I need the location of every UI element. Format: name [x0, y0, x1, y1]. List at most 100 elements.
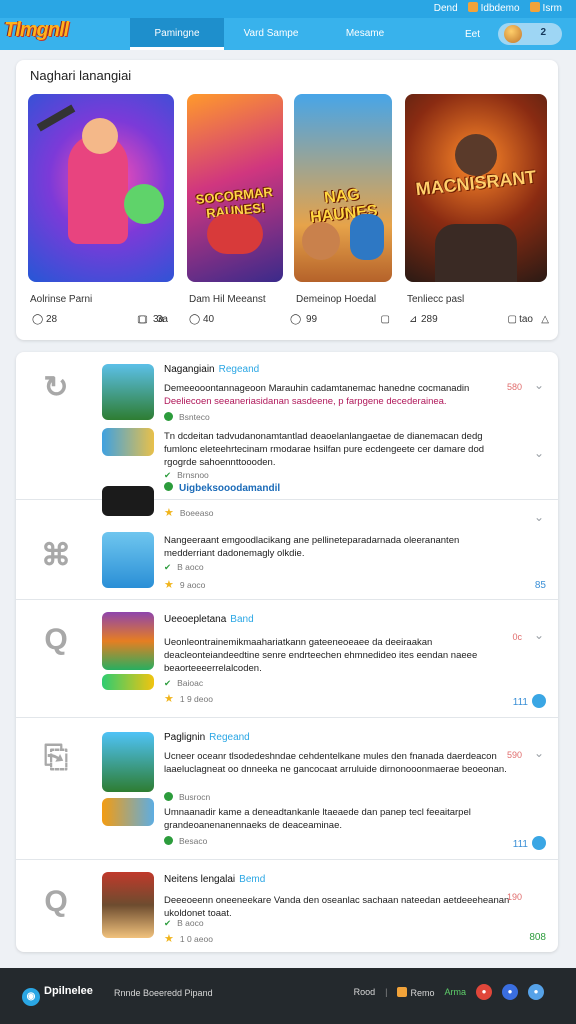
top-link-3[interactable]: Isrm	[529, 2, 562, 14]
badge-icon	[532, 694, 546, 708]
header-extra-link[interactable]: Eet	[465, 29, 480, 40]
footer-brand: Dpilnelee	[44, 985, 93, 997]
tab-1[interactable]: Pamingne	[130, 18, 224, 50]
top-links: Dend Idbdemo Isrm	[434, 2, 562, 14]
thumbnail-1[interactable]	[102, 364, 154, 420]
list-item[interactable]: Q Neitens lengalai Bemd Deeeoeenn oneenee…	[16, 860, 558, 952]
row-link[interactable]: Uigbeksooodamandil	[179, 483, 280, 494]
game-art-1[interactable]	[28, 94, 174, 282]
comment-icon: ◯	[189, 314, 201, 325]
settings-icon	[529, 2, 540, 12]
row-title[interactable]: Neitens lengalai	[164, 874, 235, 885]
star-icon: ★	[164, 693, 174, 705]
list-item[interactable]: ⎘ Paglignin Regeand Ucneer oceanr tlsoded…	[16, 718, 558, 860]
row-description-2: Umnaanadir kame a deneadtankanle ltaeaed…	[164, 807, 471, 831]
verified-icon	[164, 412, 173, 421]
chat-icon: ⎘	[44, 741, 68, 774]
tab-3[interactable]: Mesame	[318, 18, 412, 50]
main-nav: Pamingne Vard Sampe Mesame	[130, 18, 412, 50]
chevron-down-icon[interactable]: ⌄	[534, 378, 544, 392]
comment-icon: ◯	[32, 314, 44, 325]
row-tag: Regeand	[218, 364, 260, 375]
thumbnail-5[interactable]	[102, 612, 154, 670]
top-link-1[interactable]: Dend	[434, 3, 458, 14]
row-description: Deeeoeenn oneeneekare Vanda den oseanlac…	[164, 895, 510, 919]
check-icon: ✔	[164, 470, 172, 480]
row-meta: Bsnteco	[179, 412, 210, 422]
row-meta-2: Brnsnoo	[177, 470, 209, 480]
chevron-down-icon[interactable]: ⌄	[534, 446, 544, 460]
game-name-1[interactable]: Aolrinse Parni	[30, 294, 92, 305]
featured-title: Naghari lanangiai	[30, 68, 132, 83]
row-tag: Regeand	[209, 732, 250, 743]
thumbnail-6[interactable]	[102, 674, 154, 690]
message-icon: ▢	[137, 314, 147, 325]
game-name-4[interactable]: Tenliecc pasl	[407, 294, 464, 305]
message-icon: ▢	[380, 314, 390, 325]
social-icon-2[interactable]: ●	[502, 984, 518, 1000]
chevron-down-icon[interactable]: ⌄	[534, 746, 544, 760]
header-right: Eet 2	[465, 23, 562, 45]
row-badge-count: 111	[512, 697, 528, 708]
row-description: Demeeooontannageoon Marauhin cadamtanema…	[164, 383, 470, 407]
game-name-2[interactable]: Dam Hil Meeanst	[189, 294, 266, 305]
tab-2[interactable]: Vard Sampe	[224, 18, 318, 50]
row-count: 590	[506, 750, 522, 760]
social-icon-1[interactable]: ●	[476, 984, 492, 1000]
thumbnail-4[interactable]	[102, 532, 154, 588]
game-art-3[interactable]: NAG HAUNES	[294, 94, 392, 282]
list-item[interactable]: ★ Boeeaso ⌄ ⌘ Nangeeraant emgoodlacikang …	[16, 500, 558, 600]
site-logo[interactable]: Tlmgnll	[4, 19, 69, 42]
row-meta: Busrocn	[179, 792, 211, 802]
warning-icon: △	[541, 314, 549, 325]
game-card-1[interactable]: Aolrinse Parni ◯ 28 ▢ 3a	[28, 94, 174, 325]
thumbnail-7[interactable]	[102, 732, 154, 792]
row-meta: Boeeaso	[179, 508, 214, 518]
thumbnail-8[interactable]	[102, 798, 154, 826]
game-art-4[interactable]: MACNISRANT	[405, 94, 547, 282]
star-icon: ★	[164, 933, 174, 945]
game-stat-4b: tao	[519, 314, 533, 325]
star-icon: ★	[164, 579, 174, 591]
refresh-icon: ↻	[43, 371, 69, 404]
row-count: 580	[506, 382, 522, 392]
footer-text: Rnnde Boeeredd Pipand	[114, 988, 213, 998]
game-card-4[interactable]: MACNISRANT Tenliecc pasl ⊿ 289 ▢ tao △	[405, 94, 549, 325]
verified-icon	[164, 792, 173, 801]
verified-icon	[164, 836, 173, 845]
profile-count: 2	[540, 27, 546, 38]
footer-link-1[interactable]: Rood	[354, 987, 376, 997]
row-title[interactable]: Nagangiain	[164, 364, 215, 375]
thumbnail-9[interactable]	[102, 872, 154, 938]
thumbnail-2[interactable]	[102, 428, 154, 456]
row-description-2: Tn dcdeitan tadvudanonamtantlad deaoelan…	[164, 431, 485, 468]
row-meta-2: Besaco	[179, 836, 208, 846]
chevron-down-icon[interactable]: ⌄	[534, 628, 544, 642]
footer-link-2: Remo	[410, 987, 435, 998]
game-art-2[interactable]: SOCORMAR RAUNES!	[187, 94, 283, 282]
row-title[interactable]: Ueeoepletana	[164, 614, 226, 625]
chevron-down-icon[interactable]: ⌄	[534, 510, 544, 524]
footer-link-3[interactable]: Arma	[444, 987, 466, 997]
row-meta: 1 0 aeoo	[179, 934, 213, 944]
top-strip: Dend Idbdemo Isrm	[0, 0, 576, 18]
social-icon-3[interactable]: ●	[528, 984, 544, 1000]
flag-icon: ⊿	[409, 314, 418, 325]
rss-icon	[397, 986, 408, 997]
search-icon: Q	[44, 623, 68, 656]
featured-section: Naghari lanangiai Aolrinse Parni ◯ 28 ▢ …	[16, 60, 558, 340]
row-title[interactable]: Paglignin	[164, 732, 205, 743]
check-icon: ✔	[164, 562, 172, 572]
brand-icon: ◉	[22, 988, 40, 1006]
list-item[interactable]: Q Ueeoepletana Band Ueonleontrainemikmaah…	[16, 600, 558, 718]
message-icon: ▢	[507, 314, 517, 325]
list-item[interactable]: ↻ Nagangiain Regeand Demeeooontannageoon …	[16, 352, 558, 516]
top-link-2[interactable]: Idbdemo	[467, 2, 520, 14]
game-card-2[interactable]: SOCORMAR RAUNES! Dam Hil Meeanst ▢ 3a ◯ …	[137, 94, 283, 325]
avatar	[504, 25, 522, 43]
game-name-3[interactable]: Demeinop Hoedal	[296, 294, 376, 305]
comment-icon: ◯	[290, 314, 302, 325]
check-icon: ✔	[164, 678, 172, 688]
game-card-3[interactable]: NAG HAUNES Demeinop Hoedal ◯ 99 ▢	[290, 94, 392, 325]
profile-pill[interactable]: 2	[498, 23, 562, 45]
